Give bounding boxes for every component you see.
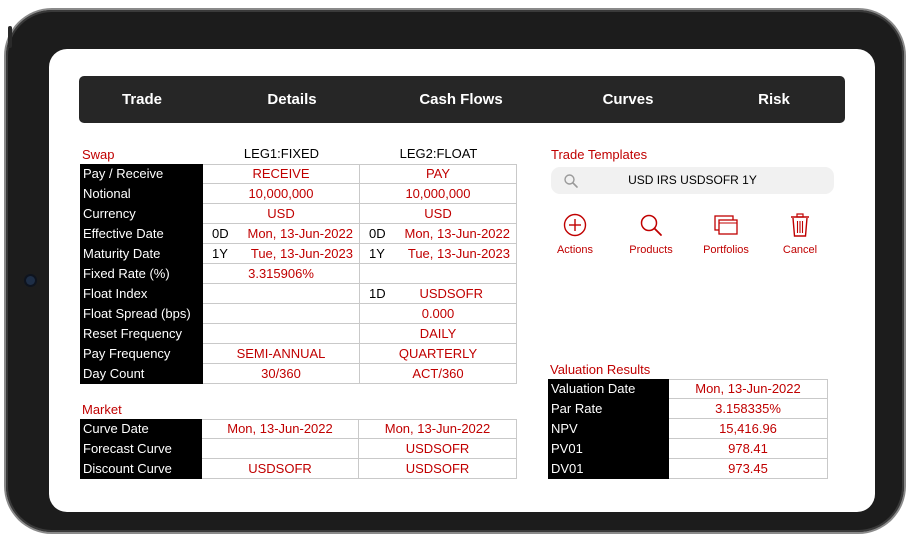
- tab-curves[interactable]: Curves: [595, 76, 661, 123]
- plus-circle-icon: [563, 213, 587, 237]
- leg1-cell[interactable]: [202, 439, 359, 459]
- row-label: Float Spread (bps): [80, 304, 203, 324]
- swap-table: Pay / Receive RECEIVE PAY Notional 10,00…: [80, 164, 517, 384]
- row-label: NPV: [548, 419, 669, 439]
- leg2-cell[interactable]: QUARTERLY: [360, 344, 517, 364]
- portfolios-label: Portfolios: [703, 244, 749, 256]
- leg1-cell[interactable]: [203, 304, 360, 324]
- products-button[interactable]: Products: [616, 212, 686, 256]
- templates-section-title: Trade Templates: [551, 147, 648, 162]
- tablet-side-button: [8, 26, 12, 48]
- leg1-cell[interactable]: [203, 284, 360, 304]
- row-label: PV01: [548, 439, 669, 459]
- row-label: Forecast Curve: [80, 439, 202, 459]
- leg2-cell[interactable]: Mon, 13-Jun-2022: [359, 419, 517, 439]
- row-label: Fixed Rate (%): [80, 264, 203, 284]
- leg1-cell[interactable]: 0D Mon, 13-Jun-2022: [203, 224, 360, 244]
- result-value: 973.45: [669, 459, 828, 479]
- row-label: Maturity Date: [80, 244, 203, 264]
- products-label: Products: [629, 244, 673, 256]
- row-label: Day Count: [80, 364, 203, 384]
- leg2-cell[interactable]: 0D Mon, 13-Jun-2022: [360, 224, 517, 244]
- leg2-cell[interactable]: USD: [360, 204, 517, 224]
- leg1-cell[interactable]: 30/360: [203, 364, 360, 384]
- row-label: Notional: [80, 184, 203, 204]
- cancel-label: Cancel: [782, 244, 818, 256]
- leg1-header: LEG1:FIXED: [243, 146, 320, 161]
- leg1-cell[interactable]: 10,000,000: [203, 184, 360, 204]
- leg2-cell[interactable]: 0.000: [360, 304, 517, 324]
- leg1-cell[interactable]: SEMI-ANNUAL: [203, 344, 360, 364]
- tab-cash-flows[interactable]: Cash Flows: [417, 76, 505, 123]
- tenor-label: 0D: [212, 226, 229, 241]
- row-label: Discount Curve: [80, 459, 202, 479]
- windows-icon: [714, 215, 738, 235]
- row-label: Reset Frequency: [80, 324, 203, 344]
- result-value: Mon, 13-Jun-2022: [669, 379, 828, 399]
- row-label: DV01: [548, 459, 669, 479]
- leg1-cell[interactable]: USDSOFR: [202, 459, 359, 479]
- tab-details[interactable]: Details: [257, 76, 327, 123]
- tenor-label: 1D: [369, 286, 386, 301]
- leg2-cell[interactable]: USDSOFR: [359, 459, 517, 479]
- leg1-cell[interactable]: USD: [203, 204, 360, 224]
- actions-label: Actions: [556, 244, 594, 256]
- result-value: 15,416.96: [669, 419, 828, 439]
- leg1-cell[interactable]: [203, 324, 360, 344]
- leg2-cell[interactable]: PAY: [360, 164, 517, 184]
- row-label: Par Rate: [548, 399, 669, 419]
- leg2-cell[interactable]: DAILY: [360, 324, 517, 344]
- leg2-cell[interactable]: USDSOFR: [359, 439, 517, 459]
- tenor-label: 1Y: [369, 246, 385, 261]
- row-label: Valuation Date: [548, 379, 669, 399]
- portfolios-button[interactable]: Portfolios: [691, 212, 761, 256]
- actions-button[interactable]: Actions: [540, 212, 610, 256]
- valuation-section-title: Valuation Results: [550, 362, 651, 377]
- tab-trade[interactable]: Trade: [109, 76, 175, 123]
- market-table: Curve Date Mon, 13-Jun-2022 Mon, 13-Jun-…: [80, 419, 517, 479]
- leg1-cell[interactable]: 3.315906%: [203, 264, 360, 284]
- nav-bar: Trade Details Cash Flows Curves Risk: [79, 76, 845, 123]
- row-label: Curve Date: [80, 419, 202, 439]
- cancel-button[interactable]: Cancel: [765, 212, 835, 256]
- row-label: Float Index: [80, 284, 203, 304]
- row-label: Currency: [80, 204, 203, 224]
- market-section-title: Market: [82, 402, 122, 417]
- tenor-label: 0D: [369, 226, 386, 241]
- valuation-table: Valuation Date Mon, 13-Jun-2022 Par Rate…: [548, 379, 828, 479]
- leg1-cell[interactable]: RECEIVE: [203, 164, 360, 184]
- leg2-cell[interactable]: 1D USDSOFR: [360, 284, 517, 304]
- camera-icon: [26, 276, 35, 285]
- swap-section-title: Swap: [82, 147, 115, 162]
- tab-risk[interactable]: Risk: [749, 76, 799, 123]
- result-value: 978.41: [669, 439, 828, 459]
- magnifier-icon: [640, 214, 662, 236]
- leg2-cell[interactable]: [360, 264, 517, 284]
- tenor-label: 1Y: [212, 246, 228, 261]
- screen: Trade Details Cash Flows Curves Risk Swa…: [49, 49, 875, 512]
- leg1-cell[interactable]: Mon, 13-Jun-2022: [202, 419, 359, 439]
- leg2-cell[interactable]: 1Y Tue, 13-Jun-2023: [360, 244, 517, 264]
- template-search[interactable]: USD IRS USDSOFR 1Y: [551, 167, 834, 194]
- row-label: Effective Date: [80, 224, 203, 244]
- tablet-frame: Trade Details Cash Flows Curves Risk Swa…: [6, 10, 904, 532]
- row-label: Pay Frequency: [80, 344, 203, 364]
- search-input[interactable]: USD IRS USDSOFR 1Y: [551, 167, 834, 194]
- row-label: Pay / Receive: [80, 164, 203, 184]
- trash-icon: [791, 213, 809, 237]
- leg2-cell[interactable]: 10,000,000: [360, 184, 517, 204]
- leg2-header: LEG2:FLOAT: [399, 146, 478, 161]
- leg2-cell[interactable]: ACT/360: [360, 364, 517, 384]
- result-value: 3.158335%: [669, 399, 828, 419]
- leg1-cell[interactable]: 1Y Tue, 13-Jun-2023: [203, 244, 360, 264]
